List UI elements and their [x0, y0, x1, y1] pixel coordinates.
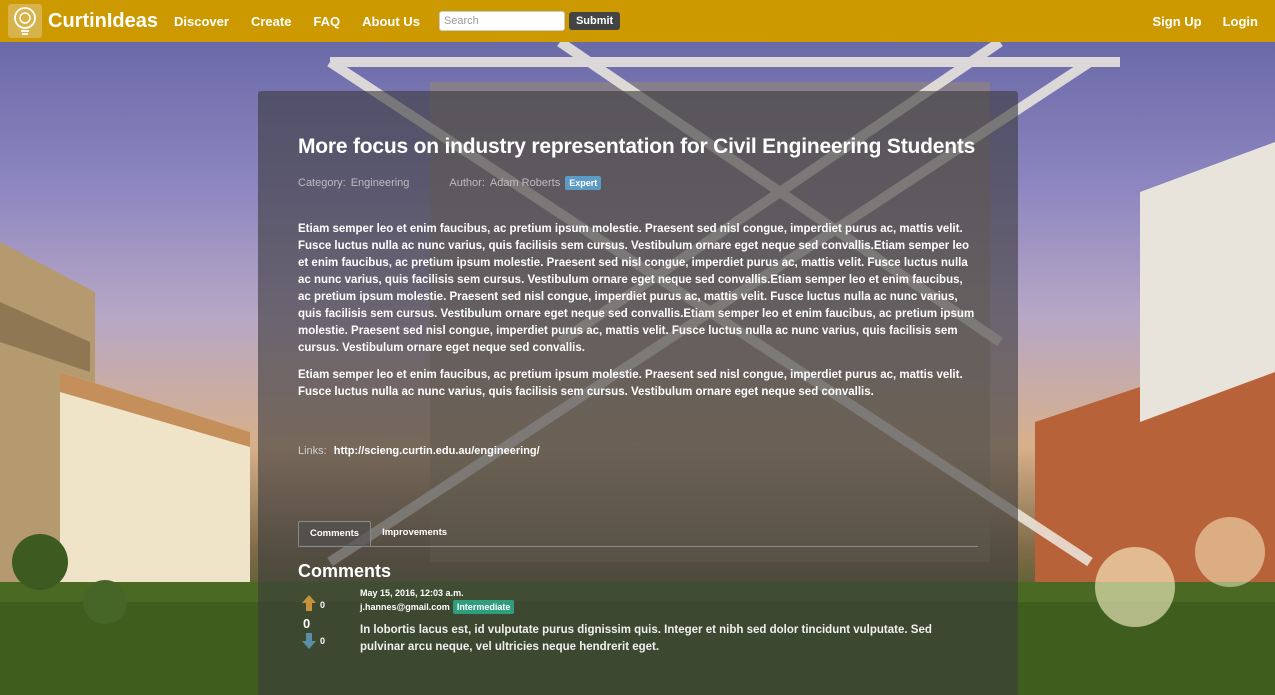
comment-text: In lobortis lacus est, id vulputate puru…: [360, 624, 932, 653]
comment-user[interactable]: j.hannes@gmail.com: [360, 602, 450, 612]
idea-links: Links: http://scieng.curtin.edu.au/engin…: [298, 445, 978, 457]
nav-discover[interactable]: Discover: [174, 14, 229, 29]
main-nav: Discover Create FAQ About Us: [174, 14, 442, 29]
author-group: Author: Adam Roberts Expert: [449, 176, 602, 190]
vote-score: 0: [303, 616, 311, 631]
tab-improvements[interactable]: Improvements: [371, 521, 458, 546]
brand-name[interactable]: CurtinIdeas: [48, 10, 158, 33]
comment-item: 0 0 0 May 15, 2016, 12:03 a.m. j.hannes@…: [298, 588, 978, 656]
signup-link[interactable]: Sign Up: [1153, 14, 1202, 29]
idea-description: Etiam semper leo et enim faucibus, ac pr…: [298, 221, 978, 401]
idea-link[interactable]: http://scieng.curtin.edu.au/engineering/: [334, 445, 540, 457]
top-navbar: CurtinIdeas Discover Create FAQ About Us…: [0, 0, 1275, 42]
idea-panel: More focus on industry representation fo…: [258, 91, 1018, 695]
description-paragraph: Etiam semper leo et enim faucibus, ac pr…: [298, 223, 975, 354]
vote-widget: 0 0 0: [298, 588, 360, 649]
tab-comments[interactable]: Comments: [298, 521, 372, 546]
idea-tabs: Comments Improvements: [298, 521, 978, 547]
downvote-count: 0: [320, 636, 326, 646]
search-submit-button[interactable]: Submit: [568, 12, 621, 30]
comment-user-row: j.hannes@gmail.com Intermediate: [360, 600, 978, 614]
lightbulb-icon[interactable]: [8, 4, 42, 38]
nav-faq[interactable]: FAQ: [313, 14, 340, 29]
description-paragraph: Etiam semper leo et enim faucibus, ac pr…: [298, 369, 963, 398]
nav-create[interactable]: Create: [251, 14, 291, 29]
comment-body: May 15, 2016, 12:03 a.m. j.hannes@gmail.…: [360, 588, 978, 656]
comment-date: May 15, 2016, 12:03 a.m.: [360, 588, 464, 598]
nav-about-us[interactable]: About Us: [362, 14, 420, 29]
idea-meta: Category: Engineering Author: Adam Rober…: [298, 176, 978, 190]
intermediate-badge: Intermediate: [452, 600, 515, 614]
login-link[interactable]: Login: [1223, 14, 1258, 29]
idea-title: More focus on industry representation fo…: [298, 135, 976, 158]
category-value[interactable]: Engineering: [351, 177, 410, 189]
comments-heading: Comments: [298, 561, 392, 581]
author-name[interactable]: Adam Roberts: [490, 177, 560, 189]
brand[interactable]: CurtinIdeas: [8, 4, 158, 38]
category-label: Category:: [298, 177, 346, 189]
expert-badge: Expert: [565, 176, 602, 190]
downvote-arrow-icon[interactable]: [302, 633, 316, 649]
search-input[interactable]: [438, 11, 565, 31]
auth-nav: Sign Up Login: [1132, 14, 1259, 29]
author-label: Author:: [449, 177, 485, 189]
links-label: Links:: [298, 445, 327, 457]
upvote-count: 0: [320, 600, 326, 610]
upvote-arrow-icon[interactable]: [302, 595, 316, 611]
